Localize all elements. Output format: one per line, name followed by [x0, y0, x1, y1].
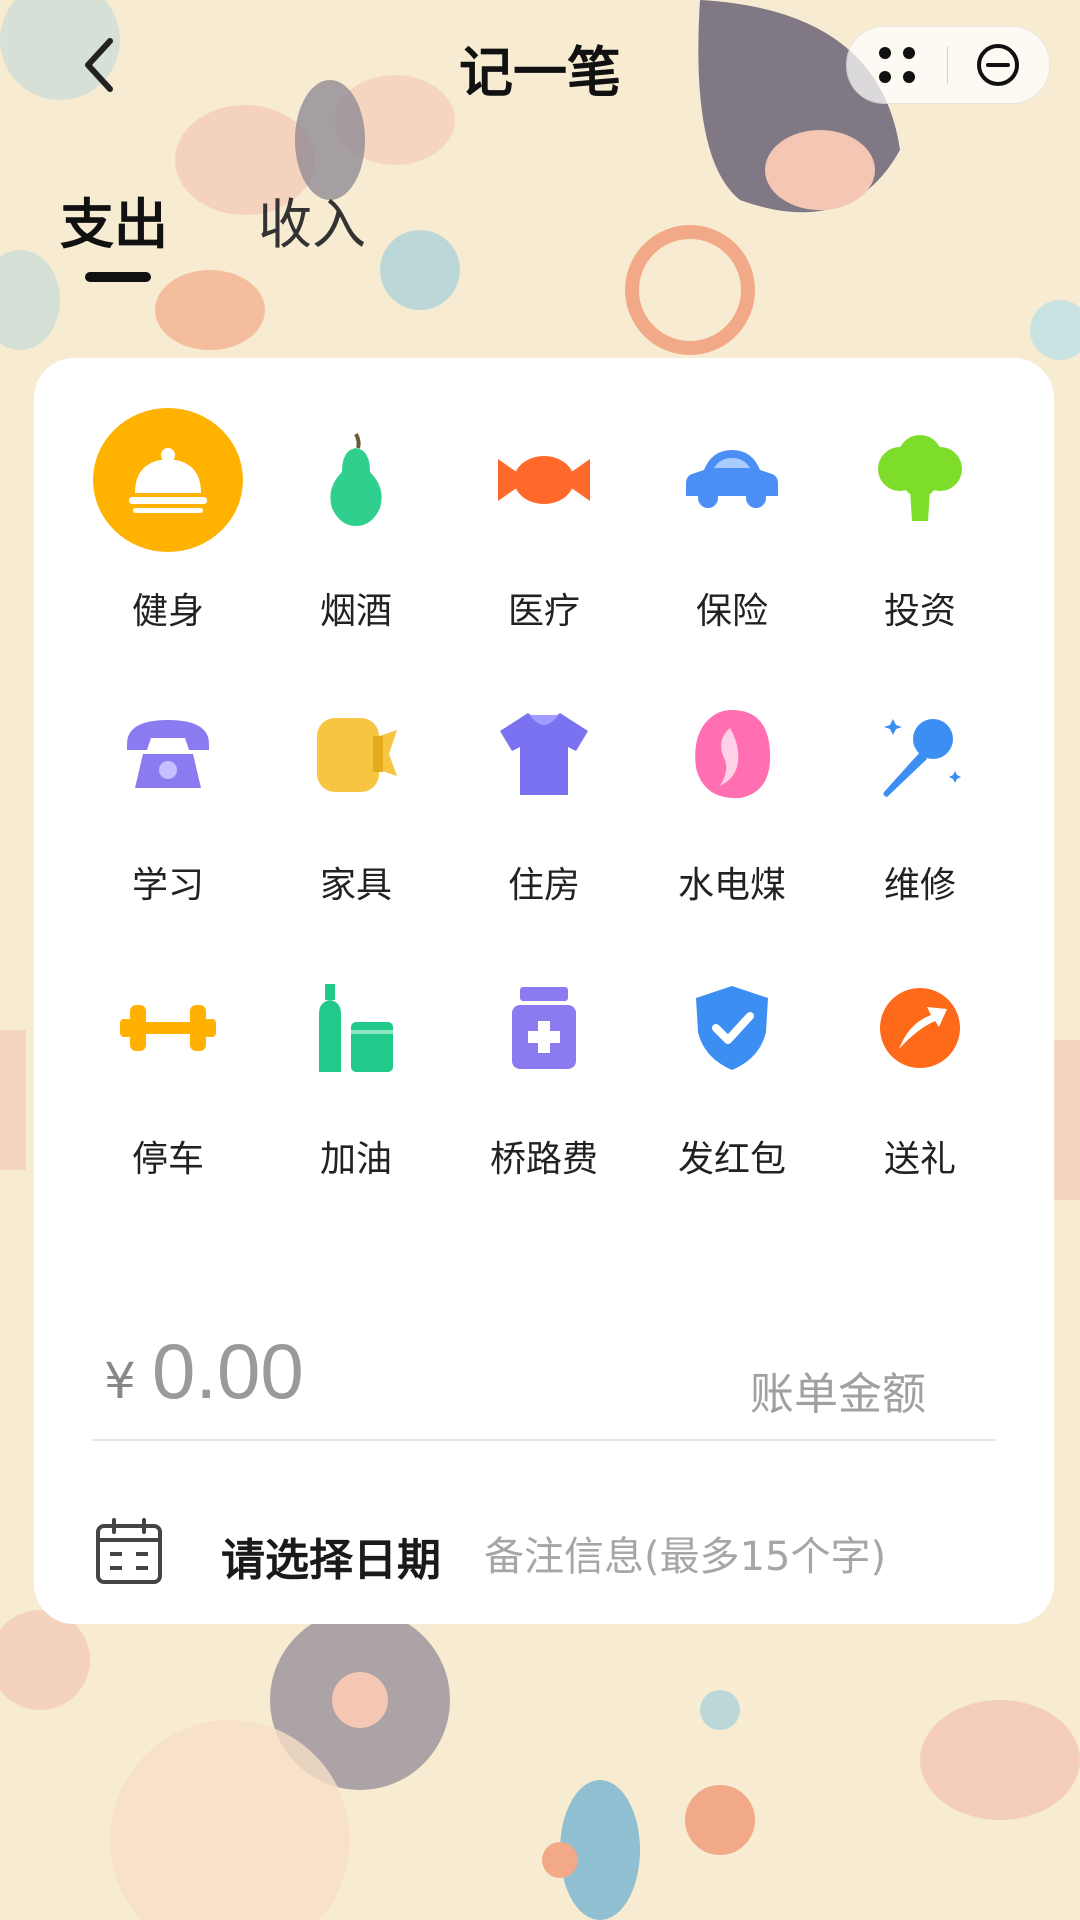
navigation-bar: 记一笔: [0, 0, 1080, 130]
category-icon-bg: [657, 682, 807, 826]
category-icon-bg: [469, 956, 619, 1100]
calendar-icon[interactable]: [94, 1516, 164, 1586]
category-label: 水电煤: [677, 865, 786, 906]
category-label: 健身: [131, 591, 204, 632]
category-item[interactable]: 保险: [638, 408, 826, 634]
category-icon-bg: [93, 956, 243, 1100]
amount-hint: 账单金额: [750, 1369, 926, 1420]
category-label: 维修: [883, 865, 956, 906]
dumbbell-icon: [120, 1005, 216, 1051]
category-item[interactable]: 学习: [74, 682, 262, 908]
category-item[interactable]: 投资: [826, 408, 1014, 634]
active-tab-indicator: [85, 272, 151, 282]
category-icon-bg: [281, 956, 431, 1100]
category-item[interactable]: 维修: [826, 682, 1014, 908]
category-item[interactable]: 健身: [74, 408, 262, 634]
hair-icon: [695, 710, 771, 799]
tape-icon: [317, 718, 397, 792]
category-item[interactable]: 送礼: [826, 956, 1014, 1182]
category-item[interactable]: 烟酒: [262, 408, 450, 634]
currency-symbol: ¥: [104, 1352, 136, 1410]
category-label: 送礼: [883, 1139, 956, 1180]
category-icon-bg: [469, 682, 619, 826]
category-item[interactable]: 家具: [262, 682, 450, 908]
more-dots-icon: [879, 47, 915, 83]
category-label: 投资: [883, 591, 956, 632]
category-icon-bg: [845, 682, 995, 826]
tshirt-icon: [500, 713, 588, 795]
arrow-circle-icon: [880, 988, 960, 1068]
pear-icon: [330, 433, 382, 526]
category-label: 停车: [131, 1139, 204, 1180]
record-card: 健身 烟酒 医疗 保险 投资 学习 家具 住房 水电煤 维修 停车 加油 桥路费…: [34, 358, 1054, 1624]
category-label: 住房: [507, 865, 580, 906]
category-grid: 健身 烟酒 医疗 保险 投资 学习 家具 住房 水电煤 维修 停车 加油 桥路费…: [74, 408, 1014, 1182]
category-icon-bg: [845, 956, 995, 1100]
more-button[interactable]: [847, 27, 947, 103]
category-icon-bg: [657, 956, 807, 1100]
category-item[interactable]: 水电煤: [638, 682, 826, 908]
category-label: 加油: [319, 1139, 392, 1180]
car-icon: [686, 450, 778, 508]
category-icon-bg: [93, 408, 243, 552]
tab-label: 收入: [258, 193, 366, 256]
category-item[interactable]: 加油: [262, 956, 450, 1182]
category-icon-bg: [93, 682, 243, 826]
medicine-bottle-icon: [512, 987, 576, 1069]
category-label: 保险: [695, 591, 768, 632]
minimize-circle-icon: [977, 44, 1019, 86]
shield-check-icon: [696, 986, 768, 1070]
date-remark-row: 请选择日期 备注信息(最多15个字): [94, 1506, 994, 1606]
tab-income[interactable]: 收入: [258, 180, 366, 259]
tab-label: 支出: [60, 193, 168, 256]
category-label: 学习: [131, 865, 204, 906]
broccoli-icon: [878, 435, 962, 521]
close-button[interactable]: [948, 27, 1048, 103]
amount-value: 0.00: [152, 1327, 304, 1415]
divider: [92, 1439, 996, 1441]
category-label: 医疗: [507, 591, 580, 632]
remark-input[interactable]: 备注信息(最多15个字): [484, 1524, 886, 1582]
category-item[interactable]: 停车: [74, 956, 262, 1182]
category-item[interactable]: 发红包: [638, 956, 826, 1182]
type-tabs: 支出 收入: [60, 180, 366, 282]
category-item[interactable]: 住房: [450, 682, 638, 908]
category-icon-bg: [845, 408, 995, 552]
miniprogram-capsule: [846, 26, 1050, 104]
category-icon-bg: [281, 682, 431, 826]
dish-cover-icon: [129, 448, 207, 513]
date-picker[interactable]: 请选择日期: [221, 1524, 441, 1588]
microphone-icon: [883, 719, 961, 797]
category-label: 发红包: [677, 1139, 786, 1180]
category-icon-bg: [469, 408, 619, 552]
category-label: 烟酒: [319, 591, 392, 632]
category-item[interactable]: 桥路费: [450, 956, 638, 1182]
amount-input[interactable]: ¥ 0.00 账单金额: [94, 1318, 994, 1438]
telephone-icon: [127, 720, 209, 788]
tab-expense[interactable]: 支出: [60, 180, 168, 282]
category-label: 桥路费: [489, 1139, 598, 1180]
category-icon-bg: [281, 408, 431, 552]
bottles-icon: [319, 984, 393, 1072]
category-icon-bg: [657, 408, 807, 552]
candy-icon: [498, 456, 590, 504]
category-label: 家具: [319, 865, 392, 906]
category-item[interactable]: 医疗: [450, 408, 638, 634]
